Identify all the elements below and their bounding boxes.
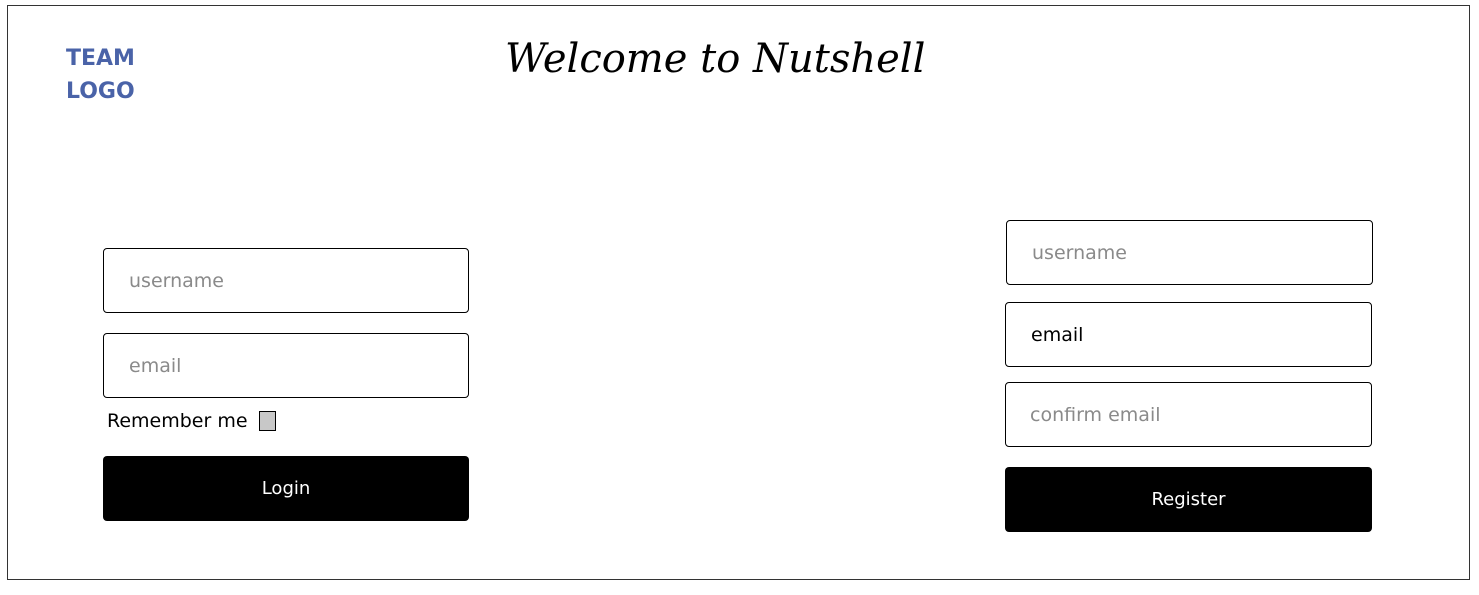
team-logo: TEAM LOGO <box>66 46 135 104</box>
login-username-input[interactable] <box>103 248 469 313</box>
register-username-input[interactable] <box>1006 220 1373 285</box>
login-button[interactable]: Login <box>103 456 469 521</box>
remember-me-checkbox[interactable] <box>258 411 276 431</box>
page-title: Welcome to Nutshell <box>505 36 926 82</box>
remember-me-label: Remember me <box>107 410 248 432</box>
login-email-input[interactable] <box>103 333 469 398</box>
register-button[interactable]: Register <box>1005 467 1372 532</box>
remember-me-row: Remember me <box>107 408 276 434</box>
register-confirm-email-input[interactable] <box>1005 382 1372 447</box>
register-email-input[interactable] <box>1005 302 1372 367</box>
